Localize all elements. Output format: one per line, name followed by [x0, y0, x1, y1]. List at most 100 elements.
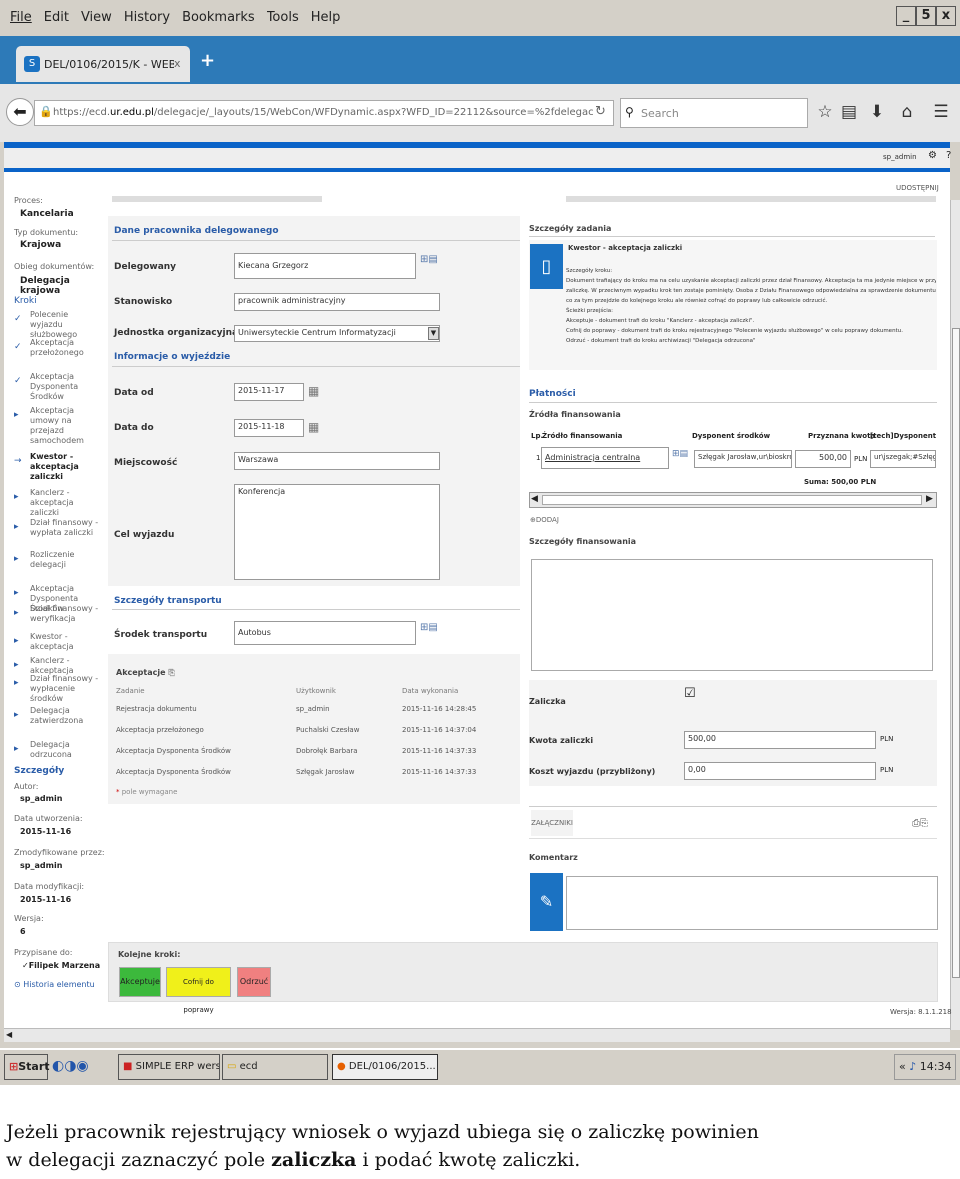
menu-tools[interactable]: Tools: [267, 10, 299, 25]
people-picker-icon[interactable]: ⊞▤: [420, 254, 438, 265]
sidebar-step[interactable]: ✓ Polecenie wyjazdu służbowego: [14, 310, 106, 340]
menu-history[interactable]: History: [124, 10, 170, 25]
fin-hscroll-thumb[interactable]: [542, 495, 922, 505]
step-label: Kanclerz - akceptacja: [30, 656, 74, 675]
menu-bookmarks[interactable]: Bookmarks: [182, 10, 255, 25]
scroll-thumb[interactable]: [952, 328, 960, 978]
maximize-button[interactable]: 5: [916, 6, 936, 26]
chevron-down-icon[interactable]: ▼: [428, 327, 439, 340]
sp-user-menu[interactable]: sp_admin: [883, 153, 917, 161]
url-bar[interactable]: 🔒 https://ecd.ur.edu.pl/delegacje/_layou…: [34, 100, 614, 126]
close-window-button[interactable]: x: [936, 6, 956, 26]
home-icon[interactable]: ⌂: [896, 101, 918, 123]
kolejne-label: Kolejne kroki:: [118, 950, 181, 959]
fin-lookup-icon[interactable]: ⊞▤: [672, 449, 688, 459]
step-label: Akceptacja umowy na przejazd samochodem: [30, 406, 84, 445]
sidebar-typ-label: Typ dokumentu:: [14, 228, 79, 237]
attachment-tools-icon[interactable]: ⎙⎘: [912, 818, 928, 829]
reading-list-icon[interactable]: ▤: [838, 101, 860, 123]
step-status-icon: →: [14, 456, 22, 466]
lookup-icon[interactable]: ⊞▤: [420, 622, 438, 633]
minimize-button[interactable]: _: [896, 6, 916, 26]
fin-row-kwota[interactable]: 500,00: [795, 450, 851, 468]
sidebar-step[interactable]: ▸ Dział finansowy - wypłata zaliczki: [14, 518, 106, 538]
sidebar-step[interactable]: ▸ Delegacja odrzucona: [14, 740, 106, 760]
zaliczka-checkbox[interactable]: ☑: [684, 686, 696, 701]
sidebar-autor-value: sp_admin: [20, 794, 63, 803]
sidebar-step[interactable]: → Kwestor - akceptacja zaliczki: [14, 452, 106, 482]
task-info-icon: ▯: [530, 244, 563, 289]
menu-edit[interactable]: Edit: [44, 10, 69, 25]
szczeg-fin-textarea[interactable]: [531, 559, 933, 671]
history-link[interactable]: ⊙ Historia elementu: [14, 980, 95, 990]
srodek-input[interactable]: Autobus: [234, 621, 416, 645]
back-button[interactable]: ⬅: [6, 98, 34, 126]
koszt-input[interactable]: 0,00: [684, 762, 876, 780]
tab-close-icon[interactable]: x: [174, 57, 181, 70]
taskbar-item-ecd[interactable]: ▭ ecd: [222, 1054, 328, 1080]
zadanie-line: Szczegóły kroku:: [566, 268, 613, 274]
bookmark-star-icon[interactable]: ☆: [814, 101, 836, 123]
settings-gear-icon[interactable]: ⚙: [928, 150, 937, 161]
reload-icon[interactable]: ↻: [595, 104, 606, 119]
scroll-left-icon[interactable]: ◀: [531, 494, 538, 504]
akc-cell: Szłęgak Jarosław: [296, 768, 355, 776]
share-link[interactable]: UDOSTĘPNIJ: [896, 184, 939, 192]
hscroll-left-icon[interactable]: ◀: [6, 1030, 12, 1039]
cel-textarea[interactable]: Konferencja: [234, 484, 440, 580]
volume-icon[interactable]: ♪: [909, 1060, 916, 1073]
tray-expand-icon[interactable]: «: [899, 1060, 906, 1073]
jednostka-select[interactable]: Uniwersyteckie Centrum Informatyzacji: [234, 325, 440, 342]
delegowany-input[interactable]: Kiecana Grzegorz: [234, 253, 416, 279]
help-icon[interactable]: ?: [946, 150, 951, 161]
sidebar-step[interactable]: ▸ Kanclerz - akceptacja: [14, 656, 106, 676]
sidebar-step[interactable]: ✓ Akceptacja Dysponenta Środków: [14, 372, 106, 402]
sidebar-step[interactable]: ▸ Kwestor - akceptacja: [14, 632, 106, 652]
vertical-scrollbar[interactable]: [950, 200, 960, 1030]
sidebar-step[interactable]: ▸ Dział finansowy - wypłacenie środków: [14, 674, 106, 704]
browser-tab-active[interactable]: S DEL/0106/2015/K - WEBCO... x: [16, 46, 190, 82]
sidebar: Proces: Kancelaria Typ dokumentu: Krajow…: [14, 196, 106, 996]
menu-help[interactable]: Help: [311, 10, 341, 25]
taskbar-item-browser[interactable]: ● DEL/0106/2015...: [332, 1054, 438, 1080]
sidebar-obieg-value: Delegacja krajowa: [20, 276, 70, 296]
akceptuje-button[interactable]: Akceptuje: [119, 967, 161, 997]
scroll-right-icon[interactable]: ▶: [926, 494, 933, 504]
menu-hamburger-icon[interactable]: ☰: [930, 101, 952, 123]
step-label: Akceptacja Dysponenta Środków: [30, 372, 79, 401]
menu-view[interactable]: View: [81, 10, 112, 25]
taskbar-item-simple[interactable]: ■ SIMPLE ERP wers...: [118, 1054, 220, 1080]
sidebar-step[interactable]: ▸ Rozliczenie delegacji: [14, 550, 106, 570]
new-tab-button[interactable]: +: [200, 50, 215, 71]
dodaj-link[interactable]: ⊕DODAJ: [530, 516, 559, 524]
step-label: Dział finansowy - wypłata zaliczki: [30, 518, 99, 537]
fin-row-zrodlo[interactable]: Administracja centralna: [541, 447, 669, 469]
start-button[interactable]: ⊞Start: [4, 1054, 50, 1080]
cofnij-button[interactable]: Cofnij do poprawy: [166, 967, 231, 1014]
calendar-icon[interactable]: ▦: [308, 384, 319, 398]
menu-file[interactable]: File: [10, 10, 32, 25]
komentarz-textarea[interactable]: [566, 876, 938, 930]
zadanie-line: zaliczkę. W przeciwnym wypadku krok ten …: [566, 288, 936, 294]
fin-row-dysponent[interactable]: Szłęgak Jarosław,ur\bioskrobai: [694, 450, 792, 468]
stanowisko-input[interactable]: pracownik administracyjny: [234, 293, 440, 311]
fin-row-tech[interactable]: ur\jszegak;#Szłęgak Ja: [870, 450, 936, 468]
sidebar-step[interactable]: ▸ Kanclerz - akceptacja zaliczki: [14, 488, 106, 518]
calendar-icon-2[interactable]: ▦: [308, 420, 319, 434]
data-do-input[interactable]: 2015-11-18: [234, 419, 304, 437]
zalaczniki-tab[interactable]: ZAŁĄCZNIKI: [531, 810, 573, 836]
quick-launch-icons[interactable]: ◐◑◉: [52, 1058, 89, 1074]
kwota-input[interactable]: 500,00: [684, 731, 876, 749]
odrzuc-button[interactable]: Odrzuć: [237, 967, 271, 997]
sidebar-step[interactable]: ✓ Akceptacja przełożonego: [14, 338, 106, 358]
download-icon[interactable]: ⬇: [866, 101, 888, 123]
sidebar-step[interactable]: ▸ Dział finansowy - weryfikacja: [14, 604, 106, 624]
sidebar-step[interactable]: ▸ Delegacja zatwierdzona: [14, 706, 106, 726]
data-od-input[interactable]: 2015-11-17: [234, 383, 304, 401]
fin-hscroll[interactable]: ◀ ▶: [529, 492, 937, 508]
miejscowosc-input[interactable]: Warszawa: [234, 452, 440, 470]
step-status-icon: ▸: [14, 678, 19, 688]
horizontal-scrollbar[interactable]: ◀: [4, 1028, 950, 1042]
search-box[interactable]: ⚲ Search: [620, 98, 808, 128]
sidebar-step[interactable]: ▸ Akceptacja umowy na przejazd samochodem: [14, 406, 106, 446]
